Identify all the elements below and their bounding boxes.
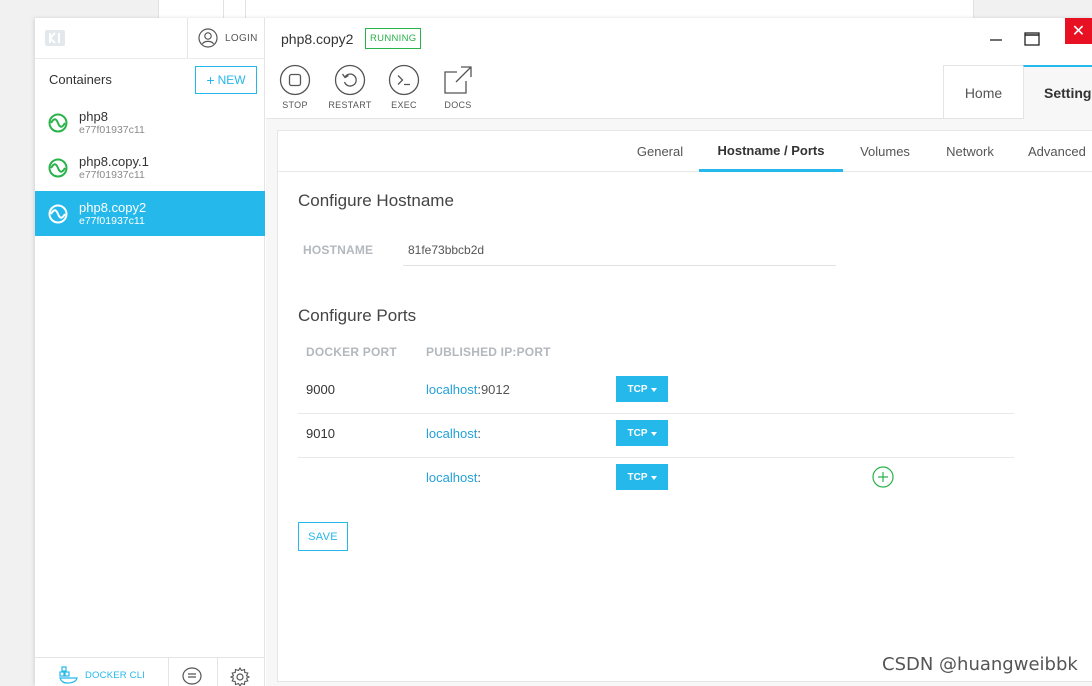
docker-cli-label: DOCKER CLI (85, 669, 146, 681)
caret-down-icon (650, 431, 657, 436)
port-row-new: localhost: TCP (298, 458, 1014, 502)
watermark: CSDN @huangweibbk (882, 654, 1078, 675)
docs-button[interactable]: DOCS (436, 64, 480, 110)
container-item-php8-copy2[interactable]: php8.copy2 e77f01937c11 (35, 191, 265, 236)
add-port-icon[interactable] (872, 466, 894, 488)
minimize-window-button[interactable] (988, 30, 1004, 42)
container-id: e77f01937c11 (79, 214, 145, 227)
hostname-label: HOSTNAME (303, 243, 374, 257)
docs-label: DOCS (444, 100, 472, 110)
published-port-column-header: PUBLISHED IP:PORT (426, 345, 551, 359)
protocol-dropdown[interactable]: TCP (616, 420, 668, 446)
container-item-php8[interactable]: php8 e77f01937c11 (35, 100, 265, 145)
user-icon (198, 28, 218, 48)
divider (223, 0, 224, 18)
restart-label: RESTART (328, 100, 372, 110)
published-host: localhost (426, 382, 478, 397)
subtab-volumes[interactable]: Volumes (850, 131, 920, 172)
external-link-icon (444, 66, 472, 94)
divider (168, 658, 169, 686)
stop-button[interactable]: STOP (273, 64, 317, 110)
port-row: 9000 localhost:9012 TCP (298, 370, 1014, 414)
caret-down-icon (650, 387, 657, 392)
terminal-icon (388, 64, 420, 96)
container-id: e77f01937c11 (79, 168, 145, 181)
new-button-label: NEW (217, 73, 246, 87)
containers-title: Containers (49, 72, 112, 87)
docker-port-value: 9000 (306, 382, 335, 397)
caret-down-icon (650, 475, 657, 480)
plus-icon: + (206, 72, 215, 88)
subtab-network[interactable]: Network (934, 131, 1006, 172)
published-port-value: 9012 (480, 382, 510, 397)
exec-button[interactable]: EXEC (382, 64, 426, 110)
container-name: php8.copy2 (79, 199, 147, 215)
subtab-advanced[interactable]: Advanced (1018, 131, 1092, 172)
divider (35, 58, 265, 59)
close-window-button[interactable]: ✕ (1065, 18, 1092, 44)
published-host: localhost (426, 470, 478, 485)
kitematic-logo-icon (45, 30, 65, 46)
container-header: php8.copy2 RUNNING STOP RESTART EXEC DOC… (266, 18, 1092, 119)
login-button[interactable]: LOGIN (187, 18, 265, 58)
sidebar: LOGIN Containers + NEW php8 e77f01937c11 (35, 18, 265, 686)
container-name: php8 (79, 108, 108, 124)
protocol-label: TCP (627, 383, 648, 395)
running-status-icon (48, 204, 68, 223)
configure-ports-title: Configure Ports (298, 306, 417, 325)
docker-port-column-header: DOCKER PORT (306, 345, 397, 359)
login-label: LOGIN (225, 32, 258, 44)
container-id: e77f01937c11 (79, 123, 145, 136)
protocol-dropdown[interactable]: TCP (616, 464, 668, 490)
port-row: 9010 localhost: TCP (298, 414, 1014, 458)
running-status-icon (48, 158, 68, 177)
docker-port-value: 9010 (306, 426, 335, 441)
published-port[interactable]: localhost: (426, 470, 481, 485)
published-port[interactable]: localhost:9012 (426, 382, 510, 397)
container-item-php8-copy-1[interactable]: php8.copy.1 e77f01937c11 (35, 145, 265, 190)
published-port[interactable]: localhost: (426, 426, 481, 441)
maximize-window-button[interactable] (1024, 24, 1040, 54)
tab-home[interactable]: Home (943, 65, 1023, 119)
hostname-input[interactable] (403, 235, 836, 266)
save-button[interactable]: SAVE (298, 522, 348, 551)
running-status-icon (48, 113, 68, 132)
background-window-strip (158, 0, 974, 18)
container-name: php8.copy.1 (79, 153, 149, 169)
published-host: localhost (426, 426, 478, 441)
protocol-dropdown[interactable]: TCP (616, 376, 668, 402)
stop-icon (279, 64, 311, 96)
docker-whale-icon (59, 666, 78, 684)
exec-label: EXEC (391, 100, 417, 110)
stop-label: STOP (282, 100, 308, 110)
port-separator: : (477, 426, 481, 441)
divider (217, 658, 218, 686)
tab-settings[interactable]: Settings (1023, 65, 1092, 119)
subtab-hostname-ports[interactable]: Hostname / Ports (699, 131, 843, 172)
status-badge: RUNNING (365, 28, 422, 49)
settings-panel: General Hostname / Ports Volumes Network… (277, 130, 1092, 682)
kitematic-window: LOGIN Containers + NEW php8 e77f01937c11 (35, 18, 1092, 686)
docker-cli-button[interactable]: DOCKER CLI (59, 666, 145, 684)
divider (245, 0, 246, 18)
restart-button[interactable]: RESTART (328, 64, 372, 110)
protocol-label: TCP (627, 427, 648, 439)
main-area: php8.copy2 RUNNING STOP RESTART EXEC DOC… (266, 18, 1092, 686)
sidebar-footer: DOCKER CLI (35, 657, 265, 686)
protocol-label: TCP (627, 471, 648, 483)
settings-subtabs: General Hostname / Ports Volumes Network… (278, 131, 1092, 172)
configure-hostname-title: Configure Hostname (298, 191, 454, 210)
close-icon: ✕ (1071, 23, 1086, 40)
feedback-chat-icon[interactable] (182, 667, 202, 685)
gear-icon[interactable] (230, 667, 250, 686)
container-title: php8.copy2 (281, 31, 354, 47)
restart-icon (334, 64, 366, 96)
port-separator: : (477, 470, 481, 485)
new-container-button[interactable]: + NEW (195, 66, 257, 94)
subtab-general[interactable]: General (623, 131, 697, 172)
